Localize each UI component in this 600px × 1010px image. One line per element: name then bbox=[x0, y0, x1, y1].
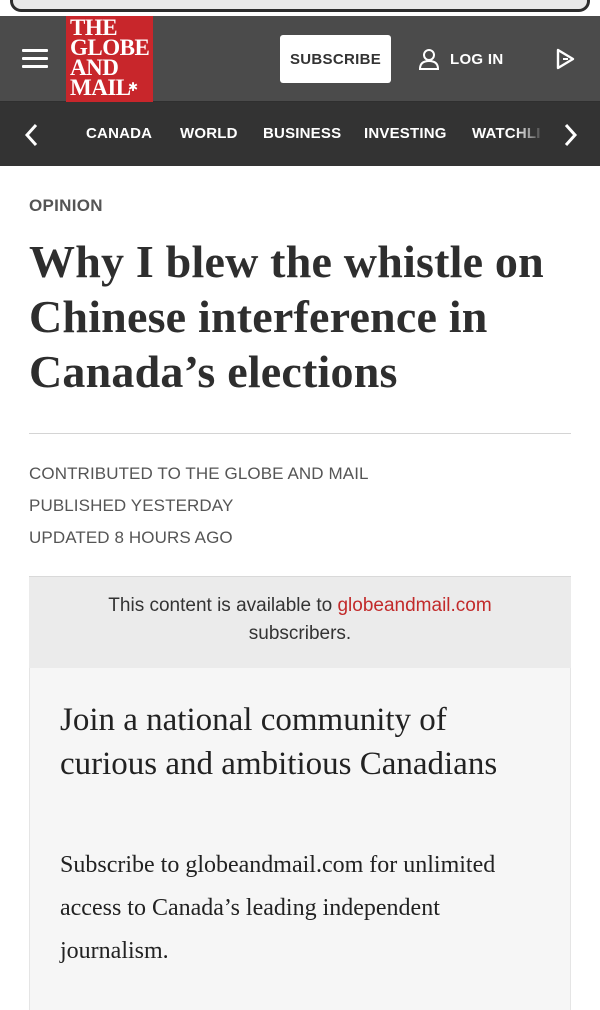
paywall-notice-suffix: subscribers. bbox=[248, 623, 352, 644]
paywall-notice-line: This content is available to globeandmai… bbox=[29, 595, 571, 617]
maple-leaf-icon: ✱ bbox=[128, 80, 139, 94]
paywall-offer: Join a national community of curious and… bbox=[29, 668, 571, 1010]
nav-item-world[interactable]: WORLD bbox=[180, 125, 238, 142]
site-header: THE GLOBE AND MAIL ✱ SUBSCRIBE LOG IN bbox=[0, 16, 600, 102]
top-status-sliver bbox=[0, 0, 600, 16]
paywall-notice: This content is available to globeandmai… bbox=[29, 576, 571, 668]
menu-bar bbox=[22, 57, 48, 60]
menu-bar bbox=[22, 65, 48, 68]
nav-fade bbox=[515, 102, 545, 166]
updated-date: UPDATED 8 HOURS AGO bbox=[29, 528, 233, 547]
paywall-body-text: Subscribe to globeandmail.com for unlimi… bbox=[60, 852, 496, 964]
nav-item-investing[interactable]: INVESTING bbox=[364, 125, 447, 142]
section-label[interactable]: OPINION bbox=[29, 196, 103, 216]
user-icon bbox=[418, 49, 440, 70]
globe-and-mail-logo[interactable]: THE GLOBE AND MAIL ✱ bbox=[66, 16, 153, 102]
subscribe-button[interactable]: SUBSCRIBE bbox=[280, 35, 391, 83]
chevron-left-icon[interactable] bbox=[22, 122, 42, 148]
url-bar-edge bbox=[10, 0, 590, 12]
play-icon[interactable] bbox=[554, 47, 576, 71]
section-nav: CANADA WORLD BUSINESS INVESTING WATCHLIS… bbox=[0, 102, 600, 166]
nav-item-business[interactable]: BUSINESS bbox=[263, 125, 341, 142]
article-headline: Why I blew the whistle on Chinese interf… bbox=[29, 236, 544, 397]
login-button[interactable]: LOG IN bbox=[418, 44, 503, 74]
menu-icon[interactable] bbox=[22, 49, 48, 69]
menu-bar bbox=[22, 49, 48, 52]
login-label: LOG IN bbox=[450, 50, 504, 68]
published-date: PUBLISHED YESTERDAY bbox=[29, 496, 234, 515]
paywall-heading: Join a national community of curious and… bbox=[60, 702, 498, 782]
chevron-right-icon[interactable] bbox=[560, 122, 580, 148]
nav-item-canada[interactable]: CANADA bbox=[86, 125, 152, 142]
byline: CONTRIBUTED TO THE GLOBE AND MAIL bbox=[29, 464, 369, 483]
nav-items: CANADA WORLD BUSINESS INVESTING WATCHLIS… bbox=[70, 102, 540, 166]
logo-line: MAIL bbox=[70, 75, 131, 100]
paywall-notice-prefix: This content is available to bbox=[108, 595, 338, 616]
divider bbox=[29, 433, 571, 434]
paywall-notice-link[interactable]: globeandmail.com bbox=[337, 595, 491, 616]
